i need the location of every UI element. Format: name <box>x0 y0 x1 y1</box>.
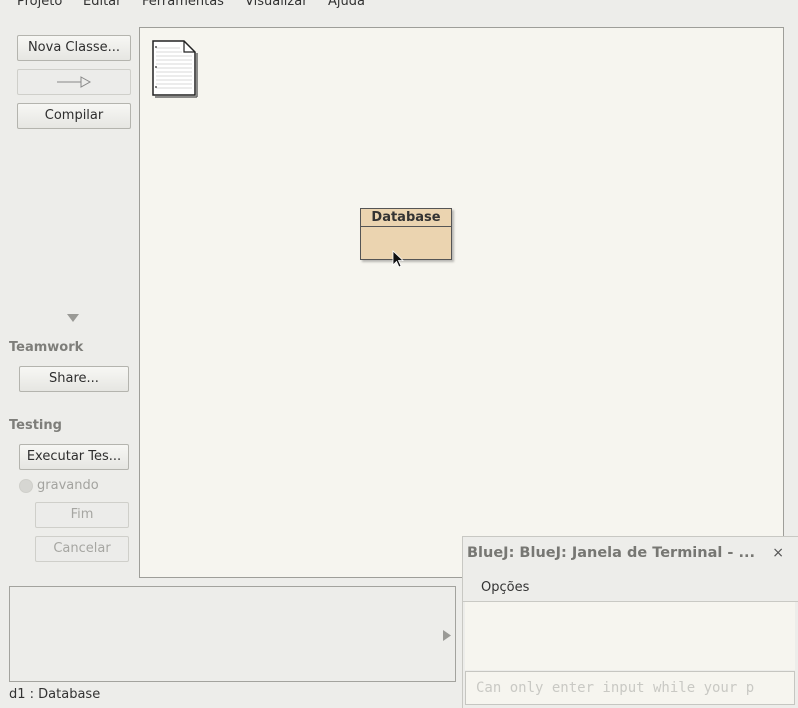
terminal-window-title: BlueJ: BlueJ: Janela de Terminal - ... <box>467 545 755 561</box>
class-database-name: Database <box>361 209 451 227</box>
testing-title: Testing <box>9 418 62 433</box>
close-icon[interactable]: × <box>772 545 784 561</box>
class-diagram-canvas[interactable] <box>139 27 784 578</box>
menu-editar[interactable]: Editar <box>83 0 122 9</box>
teamwork-title: Teamwork <box>9 340 84 355</box>
chevron-down-icon[interactable] <box>67 314 79 323</box>
menu-ajuda[interactable]: Ajuda <box>328 0 365 9</box>
menu-bar: Projeto Editar Ferramentas Visualizar Aj… <box>0 0 798 12</box>
mouse-cursor-icon <box>392 250 404 268</box>
compile-button[interactable]: Compilar <box>17 103 131 129</box>
terminal-output-area[interactable] <box>465 602 795 670</box>
menu-visualizar[interactable]: Visualizar <box>245 0 308 9</box>
left-tool-panel <box>0 12 138 582</box>
new-class-button[interactable]: Nova Classe... <box>17 35 131 61</box>
message-area <box>9 586 456 682</box>
run-tests-button[interactable]: Executar Tes... <box>19 444 129 470</box>
menu-projeto[interactable]: Projeto <box>17 0 62 9</box>
terminal-menu-bar: Opções <box>463 573 798 602</box>
chevron-right-icon[interactable] <box>443 630 451 641</box>
inheritance-arrow-icon <box>57 76 92 88</box>
terminal-input-field[interactable]: Can only enter input while your p <box>465 671 795 705</box>
cancel-recording-button[interactable]: Cancelar <box>35 536 129 562</box>
status-bar-text: d1 : Database <box>9 687 101 702</box>
end-recording-button[interactable]: Fim <box>35 502 129 528</box>
recording-indicator-icon <box>19 479 33 493</box>
recording-label: gravando <box>37 478 99 493</box>
class-database[interactable]: Database <box>360 208 452 260</box>
terminal-menu-options[interactable]: Opções <box>481 580 529 595</box>
new-arrow-button[interactable] <box>17 69 131 95</box>
terminal-window: BlueJ: BlueJ: Janela de Terminal - ... ×… <box>462 536 798 708</box>
share-button[interactable]: Share... <box>19 366 129 392</box>
readme-document-icon[interactable] <box>152 40 198 98</box>
menu-ferramentas[interactable]: Ferramentas <box>142 0 224 9</box>
